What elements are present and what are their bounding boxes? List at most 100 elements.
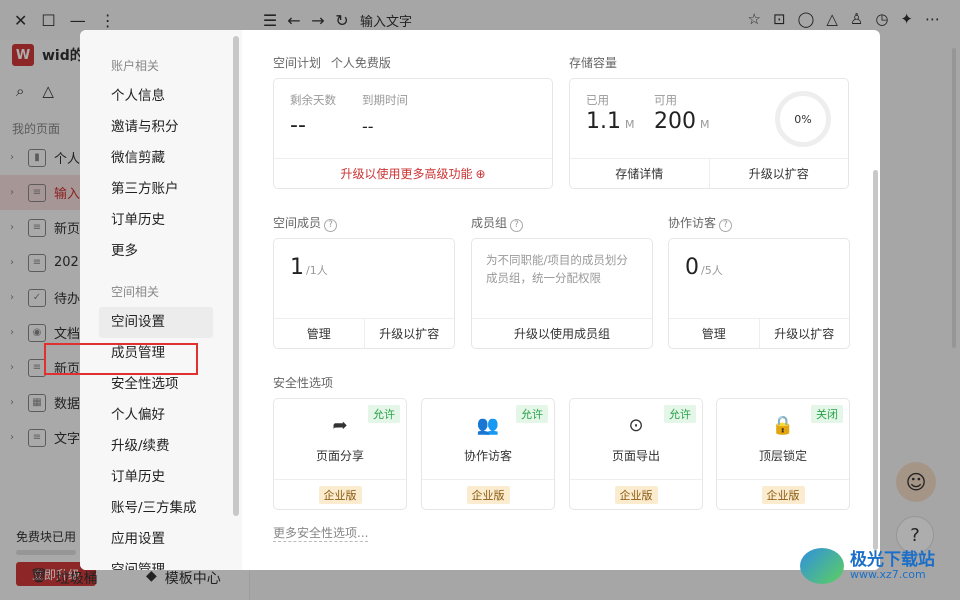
- watermark-text: 极光下载站 www.xz7.com: [850, 549, 935, 582]
- remaining-days-label: 剩余天数: [290, 93, 336, 107]
- guests-count: 0/5人: [685, 255, 723, 280]
- settings-nav-item[interactable]: 空间设置: [99, 307, 213, 338]
- security-option-name: 顶层锁定: [758, 449, 807, 463]
- used-number: 1.1: [586, 109, 621, 134]
- enterprise-badge: 企业版: [318, 485, 362, 504]
- storage-detail-button[interactable]: 存储详情: [570, 159, 709, 188]
- guests-card: 0/5人 管理 升级以扩容: [668, 238, 850, 349]
- security-option-footer: 企业版: [570, 479, 702, 509]
- security-option-footer: 企业版: [422, 479, 554, 509]
- remaining-days-value: --: [290, 113, 306, 138]
- highlight-box: [44, 343, 198, 375]
- members-label: 空间成员?: [273, 214, 338, 232]
- storage-footer: 存储详情 升级以扩容: [570, 158, 848, 188]
- account-group-title: 账户相关: [111, 59, 160, 73]
- plan-footer: 升级以使用更多高级功能 ⊕: [274, 158, 552, 188]
- groups-label: 成员组?: [471, 214, 524, 232]
- security-option-footer: 企业版: [274, 479, 406, 509]
- guests-limit: /5人: [701, 264, 723, 277]
- members-limit: /1人: [306, 264, 328, 277]
- enterprise-badge: 企业版: [761, 485, 805, 504]
- upgrade-features-link[interactable]: 升级以使用更多高级功能 ⊕: [274, 159, 552, 188]
- plan-card: 剩余天数 -- 到期时间 -- 升级以使用更多高级功能 ⊕: [273, 78, 553, 189]
- storage-upgrade-button[interactable]: 升级以扩容: [708, 159, 849, 188]
- expire-label: 到期时间: [362, 93, 408, 107]
- storage-label: 存储容量: [569, 56, 618, 70]
- settings-nav: 账户相关 个人信息 邀请与积分 微信剪藏 第三方账户 订单历史 更多 空间相关 空间设置成…: [80, 30, 242, 570]
- help-icon[interactable]: ?: [324, 219, 338, 232]
- upgrade-features-text: 升级以使用更多高级功能: [340, 167, 473, 181]
- settings-nav-item[interactable]: 第三方账户: [80, 174, 242, 205]
- enterprise-badge: 企业版: [466, 485, 510, 504]
- members-count: 1/1人: [290, 255, 328, 280]
- settings-nav-item[interactable]: 个人信息: [80, 81, 242, 112]
- settings-nav-item[interactable]: 账号/三方集成: [80, 493, 242, 524]
- more-security-link[interactable]: 更多安全性选项...: [273, 524, 369, 542]
- avail-value: 200 M: [654, 109, 710, 134]
- groups-label-text: 成员组: [471, 216, 508, 230]
- enterprise-badge: 企业版: [614, 485, 658, 504]
- security-label: 安全性选项: [273, 376, 334, 390]
- settings-nav-item[interactable]: 微信剪藏: [80, 143, 242, 174]
- avail-unit: M: [700, 118, 710, 131]
- members-number: 1: [290, 255, 304, 280]
- settings-nav-item[interactable]: 订单历史: [80, 205, 242, 236]
- members-label-text: 空间成员: [273, 216, 322, 230]
- security-option-card[interactable]: 关闭 🔒 顶层锁定 企业版: [716, 398, 850, 510]
- members-upgrade-button[interactable]: 升级以扩容: [363, 319, 455, 348]
- avail-number: 200: [654, 109, 696, 134]
- avail-label: 可用: [654, 93, 677, 107]
- guests-label-text: 协作访客: [668, 216, 717, 230]
- members-card: 1/1人 管理 升级以扩容: [273, 238, 455, 349]
- settings-nav-item[interactable]: 订单历史: [80, 462, 242, 493]
- plan-label-text: 空间计划: [273, 56, 322, 70]
- settings-modal: 账户相关 个人信息 邀请与积分 微信剪藏 第三方账户 订单历史 更多 空间相关 空间设置成…: [80, 30, 880, 570]
- security-option-card[interactable]: 允许 👥 协作访客 企业版: [421, 398, 555, 510]
- watermark: 极光下载站 www.xz7.com: [800, 548, 935, 584]
- help-icon[interactable]: ?: [719, 219, 733, 232]
- security-option-name: 协作访客: [463, 449, 512, 463]
- guests-manage-button[interactable]: 管理: [669, 319, 759, 348]
- download-icon: ⊙: [628, 415, 644, 436]
- security-option-name: 页面分享: [315, 449, 364, 463]
- security-option-card[interactable]: 允许 ⊙ 页面导出 企业版: [569, 398, 703, 510]
- security-option-card[interactable]: 允许 ➦ 页面分享 企业版: [273, 398, 407, 510]
- account-items: 个人信息 邀请与积分 微信剪藏 第三方账户 订单历史 更多: [80, 81, 242, 267]
- used-unit: M: [625, 118, 635, 131]
- settings-content: 空间计划 个人免费版 剩余天数 -- 到期时间 -- 升级以使用更多高级功能 ⊕…: [242, 30, 880, 570]
- content-scrollbar[interactable]: [873, 170, 878, 550]
- groups-upgrade-button[interactable]: 升级以使用成员组: [472, 319, 652, 348]
- settings-nav-item[interactable]: 空间管理: [80, 555, 242, 570]
- guests-label: 协作访客?: [668, 214, 733, 232]
- lock-icon: 🔒: [771, 415, 795, 436]
- security-option-name: 页面导出: [611, 449, 660, 463]
- watermark-title: 极光下载站: [850, 549, 935, 570]
- guests-upgrade-button[interactable]: 升级以扩容: [758, 319, 850, 348]
- guests-footer: 管理 升级以扩容: [669, 318, 849, 348]
- storage-ring: 0%: [775, 91, 831, 147]
- groups-card: 为不同职能/项目的成员划分成员组，统一分配权限 升级以使用成员组: [471, 238, 653, 349]
- members-manage-button[interactable]: 管理: [274, 319, 364, 348]
- security-option-footer: 企业版: [717, 479, 849, 509]
- groups-footer: 升级以使用成员组: [472, 318, 652, 348]
- settings-nav-item[interactable]: 个人偏好: [80, 400, 242, 431]
- arrow-up-circle-icon: ⊕: [475, 166, 486, 181]
- nav-scrollbar[interactable]: [233, 36, 239, 516]
- watermark-logo: [800, 548, 844, 584]
- share-icon: ➦: [332, 415, 348, 436]
- members-footer: 管理 升级以扩容: [274, 318, 454, 348]
- settings-nav-item[interactable]: 更多: [80, 236, 242, 267]
- space-group-title: 空间相关: [111, 285, 160, 299]
- settings-nav-item[interactable]: 升级/续费: [80, 431, 242, 462]
- settings-nav-item[interactable]: 应用设置: [80, 524, 242, 555]
- storage-card: 已用 1.1 M 可用 200 M 0% 存储详情 升级以扩容: [569, 78, 849, 189]
- guests-number: 0: [685, 255, 699, 280]
- help-icon[interactable]: ?: [510, 219, 524, 232]
- watermark-url: www.xz7.com: [850, 568, 926, 582]
- used-label: 已用: [586, 93, 609, 107]
- users-icon: 👥: [476, 415, 500, 436]
- expire-value: --: [362, 117, 374, 136]
- used-value: 1.1 M: [586, 109, 635, 134]
- groups-description: 为不同职能/项目的成员划分成员组，统一分配权限: [486, 253, 628, 285]
- settings-nav-item[interactable]: 邀请与积分: [80, 112, 242, 143]
